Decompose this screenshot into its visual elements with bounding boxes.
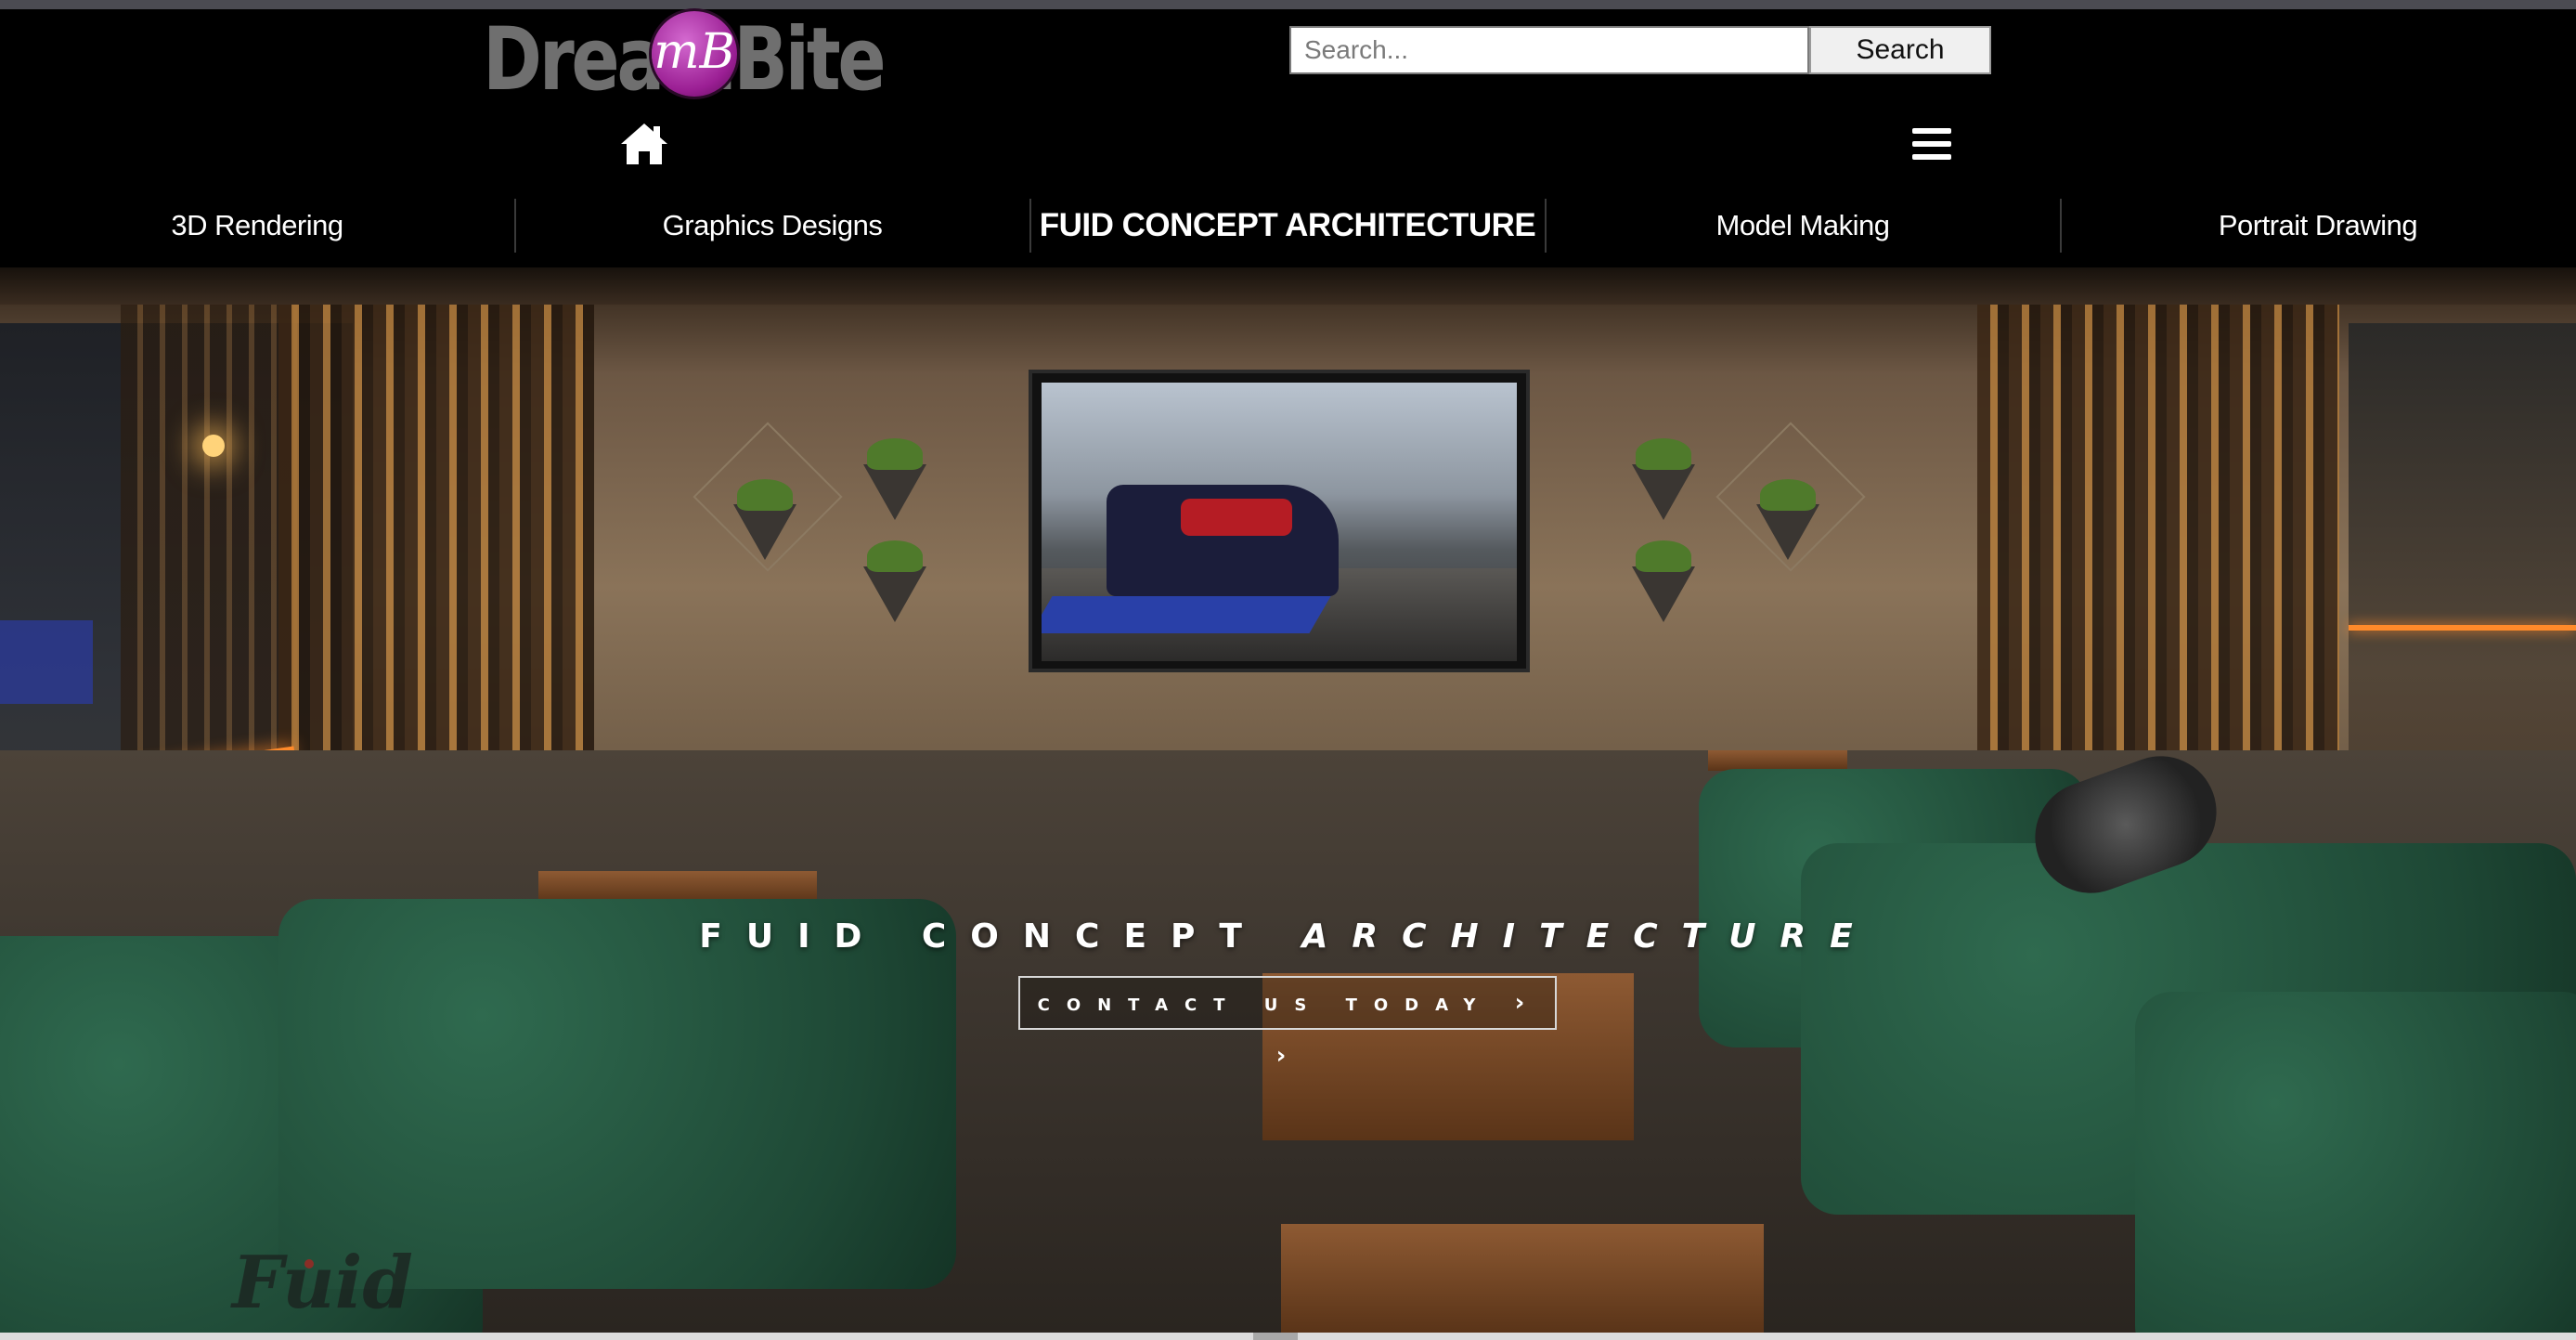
horizontal-scrollbar[interactable] <box>0 1333 2576 1340</box>
site-logo[interactable]: DreamBite mB <box>483 9 887 111</box>
browser-top-strip <box>0 0 2576 9</box>
hero-television <box>1029 370 1530 672</box>
hero-wall-sconce <box>202 435 225 457</box>
scrollbar-thumb[interactable] <box>1253 1333 1298 1340</box>
nav-item-portrait-drawing[interactable]: Portrait Drawing <box>2061 195 2575 256</box>
hero-plant <box>1636 540 1691 572</box>
hero-planter <box>1756 504 1819 560</box>
tv-screen-image <box>1042 383 1517 661</box>
hero-title-italic: ARCHITECTURE <box>1301 917 1877 956</box>
hero-plant <box>737 479 793 511</box>
search-input[interactable] <box>1289 26 1809 74</box>
hero-plant <box>1760 479 1816 511</box>
hero-planter <box>1632 464 1695 520</box>
hero-plant <box>867 540 923 572</box>
contact-us-label: CONTACT US TODAY <box>1037 995 1493 1015</box>
main-nav: 3D Rendering Graphics Designs FUID CONCE… <box>0 195 2576 256</box>
hero-title-plain: FUID CONCEPT <box>699 917 1266 956</box>
hero-left-panel-back <box>121 305 297 825</box>
hero-led-strip-right <box>2349 625 2576 631</box>
hero-planter <box>863 464 926 520</box>
hero-side-table-right <box>1708 750 1847 771</box>
hero-planter <box>1632 566 1695 622</box>
logo-badge: mB <box>652 11 737 97</box>
hero-title: FUID CONCEPT ARCHITECTURE <box>0 917 2576 956</box>
hero-plant <box>1636 438 1691 470</box>
nav-item-3d-rendering[interactable]: 3D Rendering <box>0 195 514 256</box>
nav-item-model-making[interactable]: Model Making <box>1546 195 2060 256</box>
hero-ceiling <box>0 267 2576 305</box>
hero-front-table <box>1281 1224 1764 1333</box>
nav-item-fuid-concept-architecture[interactable]: FUID CONCEPT ARCHITECTURE <box>1030 195 1545 256</box>
hero-banner: FUID CONCEPT ARCHITECTURE CONTACT US TOD… <box>0 267 2576 1333</box>
hero-planter <box>863 566 926 622</box>
search-button[interactable]: Search <box>1809 26 1991 74</box>
watermark-logo: Fuid <box>232 1224 511 1326</box>
hero-side-table-left <box>538 871 817 903</box>
watermark-logo-text: Fuid <box>232 1241 413 1325</box>
nav-item-graphics-designs[interactable]: Graphics Designs <box>515 195 1029 256</box>
hero-left-lattice-panel <box>278 305 594 825</box>
contact-us-button[interactable]: CONTACT US TODAY › › <box>1018 976 1557 1070</box>
hero-sofa-right-front <box>2135 992 2576 1333</box>
watermark-logo-dot <box>304 1259 314 1268</box>
hamburger-menu-icon[interactable] <box>1912 128 1951 162</box>
hero-planter <box>733 504 796 560</box>
site-header: DreamBite mB Search 3D Rendering Graphic… <box>0 9 2576 267</box>
home-icon[interactable] <box>618 121 670 167</box>
logo-badge-letters: mB <box>654 24 735 80</box>
hero-plant <box>867 438 923 470</box>
